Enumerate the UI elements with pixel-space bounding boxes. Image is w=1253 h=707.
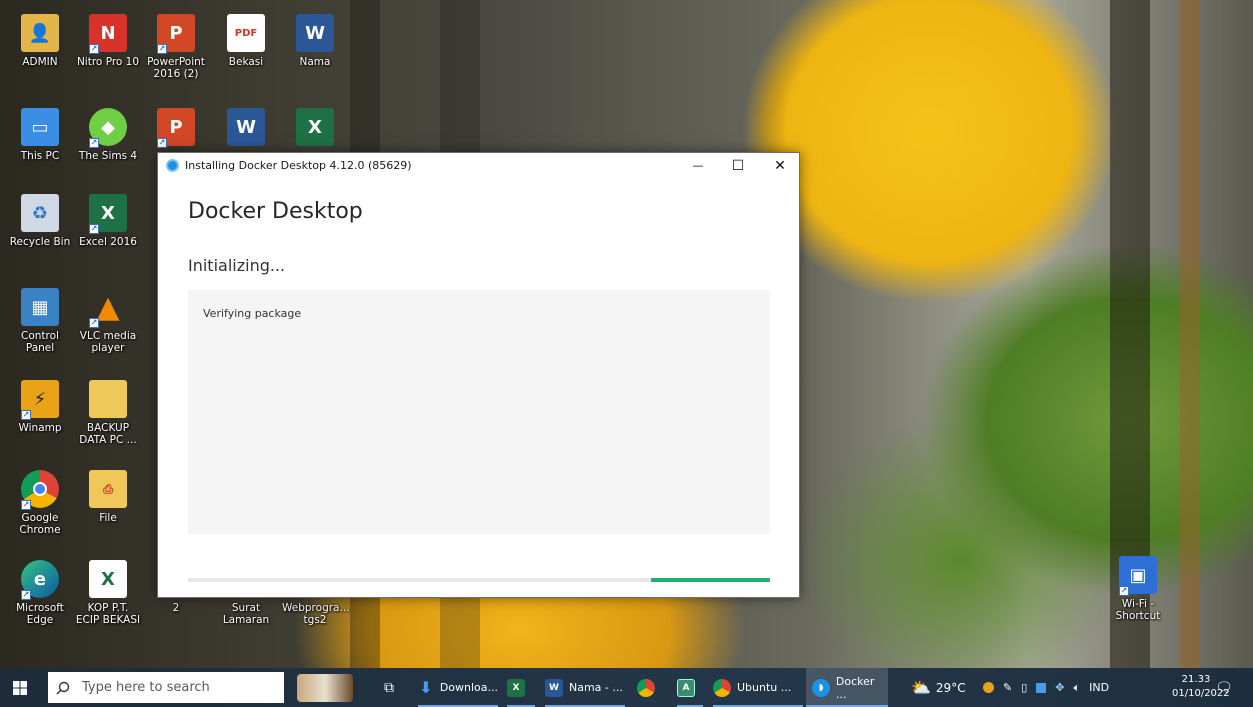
installer-heading: Docker Desktop [188, 199, 363, 224]
docker-installer-window: Installing Docker Desktop 4.12.0 (85629)… [157, 152, 800, 598]
desktop-icon-winamp[interactable]: ⚡ ↗ Winamp [7, 380, 73, 434]
desktop-icon-microsoft-edge[interactable]: e ↗ Microsoft Edge [7, 560, 73, 626]
powerpoint-icon: P ↗ [157, 108, 195, 148]
desktop-icon-recycle-bin[interactable]: ♻ Recycle Bin [7, 194, 73, 248]
desktop-icon-powerpoint[interactable]: P ↗ PowerPoint 2016 (2) [143, 14, 209, 80]
folder-pdf-icon: ⎙ [89, 470, 127, 508]
language-indicator[interactable]: IND [1089, 681, 1109, 694]
start-button[interactable] [0, 668, 40, 707]
close-button[interactable]: ✕ [760, 155, 800, 177]
desktop-icon-kop[interactable]: X KOP P.T. ECIP BEKASI [75, 560, 141, 626]
excel-document-icon: X [89, 560, 127, 598]
minimize-button[interactable]: — [678, 155, 718, 177]
app-tray-icon[interactable] [1036, 682, 1047, 693]
installer-status: Initializing... [188, 256, 286, 275]
notification-icon: 🗨︎ [1215, 679, 1233, 696]
download-icon: ⬇ [419, 678, 433, 697]
desktop-icon-excel-2[interactable]: X [282, 108, 348, 146]
docker-icon [166, 159, 179, 172]
network-icon[interactable]: ✥ [1055, 681, 1064, 694]
vlc-cone-icon: ▲ ↗ [89, 289, 120, 328]
clock-date: 01/10/2022 [1172, 688, 1230, 699]
system-tray-icons: ✎ ▯ ✥ 🔈︎ IND [983, 668, 1109, 707]
taskbar-search-box[interactable]: Type here to search [48, 672, 284, 703]
taskbar-app-ubuntu[interactable]: Ubuntu ... [713, 668, 803, 707]
folder-icon [89, 380, 127, 418]
word-document-icon: W [296, 14, 334, 52]
cloud-sun-icon: ⛅ [911, 678, 931, 697]
progress-bar [188, 578, 770, 582]
taskbar-app-chrome[interactable] [637, 668, 663, 707]
desktop-icon-backup[interactable]: BACKUP DATA PC ... [75, 380, 141, 446]
desktop-icon-sims[interactable]: ◆ ↗ The Sims 4 [75, 108, 141, 162]
taskbar-news-widget[interactable] [297, 668, 357, 707]
excel-document-icon: X [296, 108, 334, 146]
desktop-icon-word-2[interactable]: W [213, 108, 279, 146]
taskbar-app-word-nama[interactable]: W Nama - ... [545, 668, 625, 707]
weather-widget[interactable]: ⛅ 29°C [911, 668, 966, 707]
excel-icon: X ↗ [89, 194, 127, 234]
desktop-icon-excel[interactable]: X ↗ Excel 2016 [75, 194, 141, 248]
search-icon [56, 681, 70, 694]
log-line: Verifying package [203, 307, 302, 320]
coffee-illustration-icon [297, 673, 353, 702]
window-title: Installing Docker Desktop 4.12.0 (85629) [185, 159, 412, 172]
excel-icon: X [507, 678, 525, 697]
desktop-icon-bekasi[interactable]: PDF Bekasi [213, 14, 279, 68]
task-view-button[interactable]: ⧉ [384, 668, 404, 707]
chrome-ubuntu-icon [713, 678, 731, 697]
desktop-icon-google-chrome[interactable]: ↗ Google Chrome [7, 470, 73, 536]
usb-drive-icon[interactable]: ▯ [1021, 681, 1027, 694]
taskbar: Type here to search ⧉ ⬇ Downloa... X W N… [0, 668, 1253, 707]
sims-plumbob-icon: ◆ ↗ [89, 108, 127, 148]
recycle-bin-icon: ♻ [21, 194, 59, 232]
window-titlebar[interactable]: Installing Docker Desktop 4.12.0 (85629)… [158, 153, 799, 177]
word-icon: W [545, 678, 563, 697]
desktop-icon-admin[interactable]: 👤 ADMIN [7, 14, 73, 68]
clock-time: 21.33 [1181, 674, 1211, 685]
desktop-icon-powerpoint-2[interactable]: P ↗ [143, 108, 209, 148]
winamp-bolt-icon: ⚡ ↗ [21, 380, 59, 420]
edge-icon: e ↗ [21, 560, 59, 600]
desktop-icon-file[interactable]: ⎙ File [75, 470, 141, 524]
nitro-pdf-icon: N ↗ [89, 14, 127, 54]
desktop-icon-wifi-shortcut[interactable]: ▣ ↗ Wi-Fi - Shortcut [1105, 556, 1171, 622]
desktop-icon-vlc[interactable]: ▲ ↗ VLC media player [75, 288, 141, 355]
task-view-icon: ⧉ [384, 679, 394, 696]
docker-icon: ◗ [812, 678, 830, 697]
taskbar-app-excel[interactable]: X [507, 668, 535, 707]
pdf-file-icon: PDF [227, 14, 265, 52]
user-folder-icon: 👤 [21, 14, 59, 52]
taskbar-app-other[interactable]: A [677, 668, 703, 707]
taskbar-app-downloads[interactable]: ⬇ Downloa... [418, 668, 498, 707]
word-document-icon: W [227, 108, 265, 146]
computer-icon: ▭ [21, 108, 59, 146]
windows-logo-icon [13, 680, 27, 695]
chrome-icon: ↗ [21, 470, 59, 510]
progress-bar-fill [651, 578, 770, 582]
pen-icon[interactable]: ✎ [1003, 681, 1012, 694]
notification-button[interactable]: 🗨︎ [1214, 668, 1234, 707]
app-icon: A [677, 678, 695, 697]
taskbar-app-docker[interactable]: ◗ Docker ... [806, 668, 888, 707]
desktop-icon-this-pc[interactable]: ▭ This PC [7, 108, 73, 162]
powerpoint-icon: P ↗ [157, 14, 195, 54]
maximize-button[interactable]: ☐ [718, 155, 758, 177]
desktop-icon-nitro[interactable]: N ↗ Nitro Pro 10 [75, 14, 141, 68]
installer-log-panel: Verifying package [188, 290, 770, 534]
desktop-icon-nama[interactable]: W Nama [282, 14, 348, 68]
chrome-icon [637, 678, 655, 697]
chrome-tray-icon[interactable] [983, 682, 994, 693]
speaker-icon[interactable]: 🔈︎ [1074, 681, 1081, 695]
control-panel-icon: ▦ [21, 288, 59, 326]
taskbar-clock[interactable]: 21.33 01/10/2022 [1172, 673, 1230, 701]
search-placeholder: Type here to search [82, 680, 210, 695]
network-computer-icon: ▣ ↗ [1119, 556, 1157, 596]
desktop-icon-control-panel[interactable]: ▦ Control Panel [7, 288, 73, 354]
